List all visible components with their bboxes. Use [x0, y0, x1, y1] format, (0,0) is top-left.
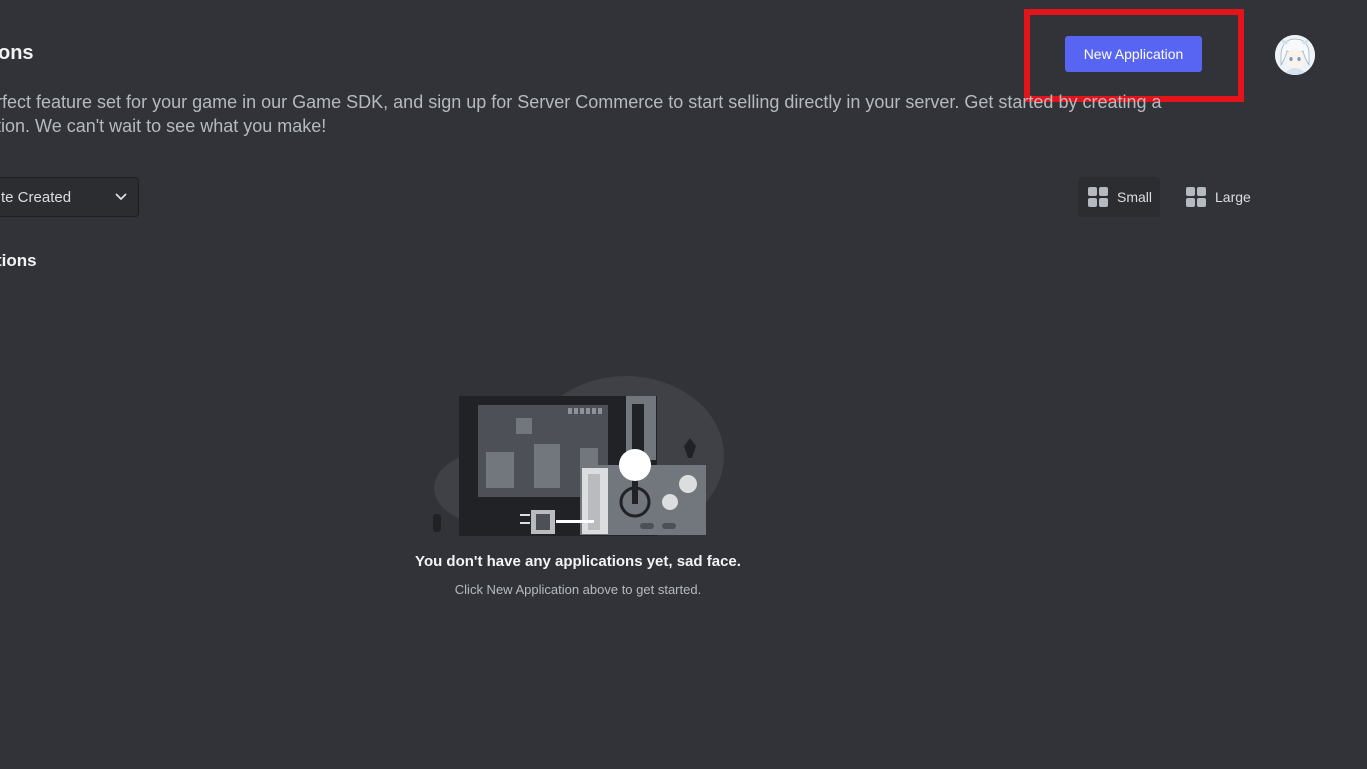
page-description: rfect feature set for your game in our G… [0, 90, 1246, 138]
grid-small-icon [1088, 187, 1108, 207]
view-toggle-large-label: Large [1215, 189, 1251, 205]
empty-state-title: You don't have any applications yet, sad… [415, 553, 741, 570]
arcade-cabinet-illustration [433, 376, 724, 536]
avatar-image [1275, 35, 1315, 75]
grid-large-icon [1186, 187, 1206, 207]
view-toggle-large[interactable]: Large [1176, 177, 1259, 217]
applications-section-heading: tions [0, 251, 37, 270]
view-toggle-small[interactable]: Small [1078, 177, 1160, 217]
view-toggle-small-label: Small [1117, 189, 1153, 205]
description-line-2: tion. We can't wait to see what you make… [0, 116, 327, 136]
sort-dropdown[interactable]: te Created [0, 177, 139, 217]
page-title: ons [0, 42, 34, 64]
new-application-button[interactable]: New Application [1065, 36, 1202, 72]
chevron-down-icon [115, 193, 127, 200]
developer-portal-applications-page: ons New Application rfect feature set fo… [0, 0, 1367, 769]
description-line-1: rfect feature set for your game in our G… [0, 92, 1162, 112]
sort-dropdown-value: te Created [1, 188, 72, 206]
user-avatar[interactable] [1275, 35, 1315, 75]
empty-state-subtitle: Click New Application above to get start… [454, 582, 702, 597]
